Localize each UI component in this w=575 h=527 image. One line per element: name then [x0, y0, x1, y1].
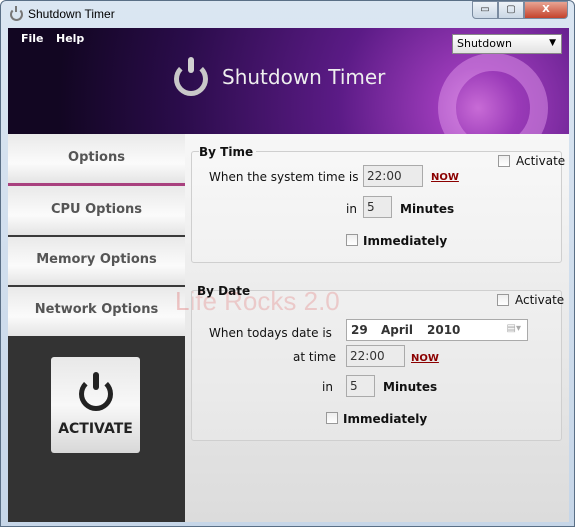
sidebar: Options CPU Options Memory Options Netwo…	[8, 134, 185, 522]
window-title: Shutdown Timer	[28, 7, 115, 21]
tab-network-options[interactable]: Network Options	[8, 287, 185, 336]
by-time-minutes-input[interactable]: 5	[363, 196, 392, 218]
by-time-in-label: in	[346, 202, 357, 216]
action-select[interactable]: Shutdown ▼	[452, 34, 562, 54]
tab-cpu-options[interactable]: CPU Options	[8, 186, 185, 237]
by-time-title: By Time	[199, 145, 257, 159]
calendar-icon[interactable]: ▤▾	[507, 323, 521, 334]
app-power-icon	[10, 6, 23, 21]
by-date-immediately-checkbox[interactable]	[326, 412, 338, 424]
activate-label: ACTIVATE	[58, 421, 133, 437]
by-date-minutes-label: Minutes	[383, 380, 438, 394]
by-date-time-input[interactable]: 22:00	[346, 345, 405, 367]
by-date-in-label: in	[322, 380, 333, 394]
by-time-now-link[interactable]: NOW	[431, 172, 459, 183]
system-time-label: When the system time is	[209, 170, 359, 184]
tab-memory-options[interactable]: Memory Options	[8, 237, 185, 287]
close-button[interactable]: X	[524, 1, 568, 19]
by-date-activate-checkbox[interactable]	[497, 294, 509, 306]
date-label: When todays date is	[209, 326, 332, 340]
by-time-group: By Time Activate When the system time is…	[191, 145, 566, 263]
by-date-activate-label: Activate	[515, 293, 565, 307]
title-bar: Shutdown Timer ▭ ▢ X	[1, 1, 574, 28]
date-day: 29	[351, 323, 368, 337]
menu-file[interactable]: File	[21, 32, 44, 45]
by-date-now-link[interactable]: NOW	[411, 353, 439, 364]
app-window: Shutdown Timer ▭ ▢ X File Help Shutdown …	[0, 0, 575, 527]
client-area: File Help Shutdown Timer Shutdown ▼ Optio…	[8, 28, 569, 522]
maximize-button[interactable]: ▢	[498, 1, 524, 19]
at-time-label: at time	[293, 350, 336, 364]
header-banner: File Help Shutdown Timer Shutdown ▼	[8, 28, 569, 163]
action-select-value: Shutdown	[457, 37, 512, 50]
tab-options[interactable]: Options	[8, 134, 185, 186]
menu-help[interactable]: Help	[56, 32, 84, 45]
date-picker[interactable]: 29 April 2010 ▤▾	[346, 319, 528, 341]
power-icon	[79, 372, 113, 411]
by-date-immediately-label: Immediately	[343, 412, 428, 426]
header-title: Shutdown Timer	[222, 65, 386, 89]
by-time-activate-label: Activate	[516, 154, 566, 168]
date-month: April	[381, 323, 414, 337]
by-time-immediately-checkbox[interactable]	[346, 234, 358, 246]
options-panel: By Time Activate When the system time is…	[175, 134, 569, 522]
by-time-minutes-label: Minutes	[400, 202, 455, 216]
by-date-title: By Date	[197, 284, 251, 298]
system-time-input[interactable]: 22:00	[363, 165, 423, 187]
by-date-minutes-input[interactable]: 5	[346, 375, 375, 397]
by-time-immediately-label: Immediately	[363, 234, 448, 248]
chevron-down-icon: ▼	[549, 38, 556, 48]
date-year: 2010	[427, 323, 461, 337]
power-logo-icon	[174, 57, 208, 96]
activate-button[interactable]: ACTIVATE	[51, 357, 140, 453]
minimize-button[interactable]: ▭	[472, 1, 498, 19]
by-date-group: By Date Activate When todays date is 29 …	[191, 284, 565, 441]
by-time-activate-checkbox[interactable]	[498, 155, 510, 167]
